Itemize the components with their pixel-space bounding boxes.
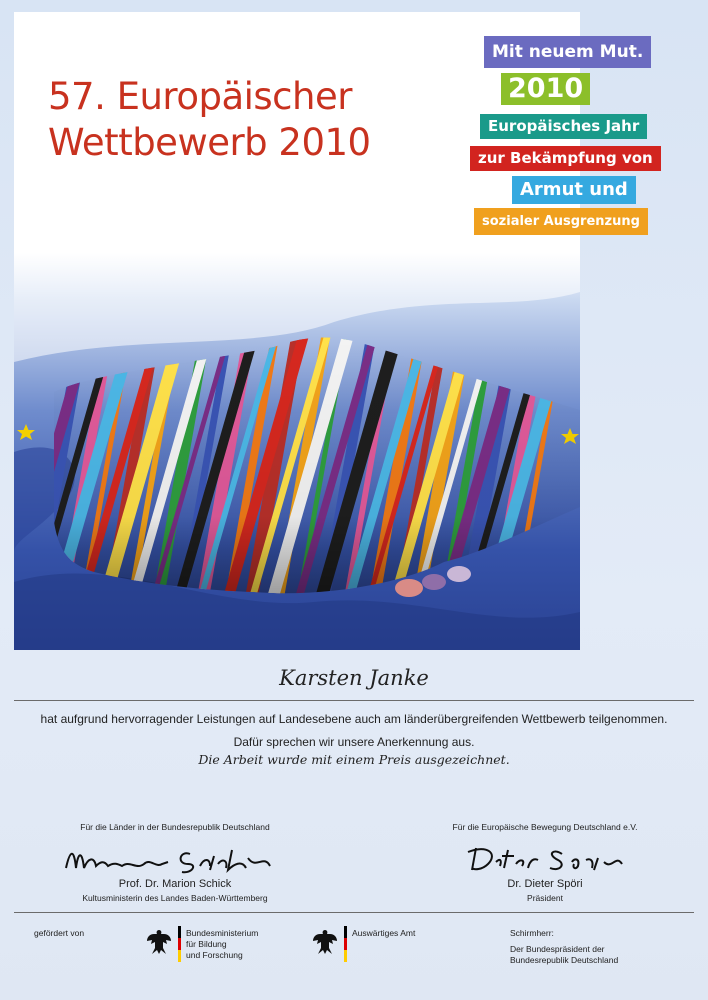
signature-caption-right: Für die Europäische Bewegung Deutschland… bbox=[452, 822, 638, 832]
ministry-bmbf: Bundesministerium für Bildung und Forsch… bbox=[186, 928, 258, 961]
federal-eagle-icon bbox=[313, 930, 337, 954]
divider bbox=[14, 912, 694, 913]
recipient-name: Karsten Janke bbox=[279, 666, 429, 690]
campaign-tag-5: Armut und bbox=[512, 176, 636, 204]
body-text-line-3: Die Arbeit wurde mit einem Preis ausgeze… bbox=[198, 752, 510, 767]
signatory-role-left: Kultusministerin des Landes Baden-Württe… bbox=[82, 893, 268, 903]
signatory-role-right: Präsident bbox=[527, 893, 563, 903]
ministry-bmbf-line-3: und Forschung bbox=[186, 950, 243, 960]
patron: Schirmherr: Der Bundespräsident der Bund… bbox=[510, 928, 618, 966]
funded-by-label: gefördert von bbox=[34, 928, 85, 938]
signature-left-image bbox=[65, 849, 271, 874]
signatory-name-left: Prof. Dr. Marion Schick bbox=[118, 878, 232, 890]
body-text-line-2: Dafür sprechen wir unsere Anerkennung au… bbox=[233, 735, 475, 749]
patron-line-1: Schirmherr: bbox=[510, 928, 554, 938]
eu-star-icon bbox=[17, 424, 35, 440]
federal-eagle-icon bbox=[147, 930, 171, 954]
signature-block-right: Für die Europäische Bewegung Deutschland… bbox=[420, 822, 670, 832]
campaign-tag-6: sozialer Ausgrenzung bbox=[474, 208, 648, 235]
signatory-name-right: Dr. Dieter Spöri bbox=[507, 878, 583, 890]
body-text-line-1: hat aufgrund hervorragender Leistungen a… bbox=[40, 712, 668, 726]
campaign-tag-2: 2010 bbox=[501, 73, 591, 105]
hero-photo-painted-hands bbox=[14, 252, 580, 650]
german-flag-stripe bbox=[344, 926, 347, 962]
campaign-logo: Mit neuem Mut. 2010 Europäisches Jahr zu… bbox=[470, 36, 702, 246]
campaign-tag-3: Europäisches Jahr bbox=[480, 114, 648, 139]
campaign-tag-4: zur Bekämpfung von bbox=[470, 146, 661, 171]
patron-line-3: Bundesrepublik Deutschland bbox=[510, 955, 619, 965]
signature-right-image bbox=[467, 847, 623, 871]
german-flag-stripe bbox=[178, 926, 181, 962]
ministry-bmbf-line-1: Bundesministerium bbox=[186, 928, 259, 938]
divider bbox=[14, 700, 694, 701]
certificate-page: 57. Europäischer Wettbewerb 2010 Mit neu… bbox=[0, 0, 708, 1000]
title-line-1: 57. Europäischer bbox=[48, 75, 352, 118]
title-line-2: Wettbewerb 2010 bbox=[48, 121, 371, 164]
campaign-tag-1: Mit neuem Mut. bbox=[484, 36, 652, 68]
hands-illustration bbox=[14, 252, 580, 650]
certificate-title: 57. Europäischer Wettbewerb 2010 bbox=[48, 74, 371, 166]
signature-caption-left: Für die Länder in der Bundesrepublik Deu… bbox=[80, 822, 270, 832]
ministry-foreign-office: Auswärtiges Amt bbox=[352, 928, 416, 938]
ministry-bmbf-line-2: für Bildung bbox=[186, 939, 227, 949]
signature-block-left: Für die Länder in der Bundesrepublik Deu… bbox=[40, 822, 310, 832]
patron-line-2: Der Bundespräsident der bbox=[510, 944, 605, 954]
